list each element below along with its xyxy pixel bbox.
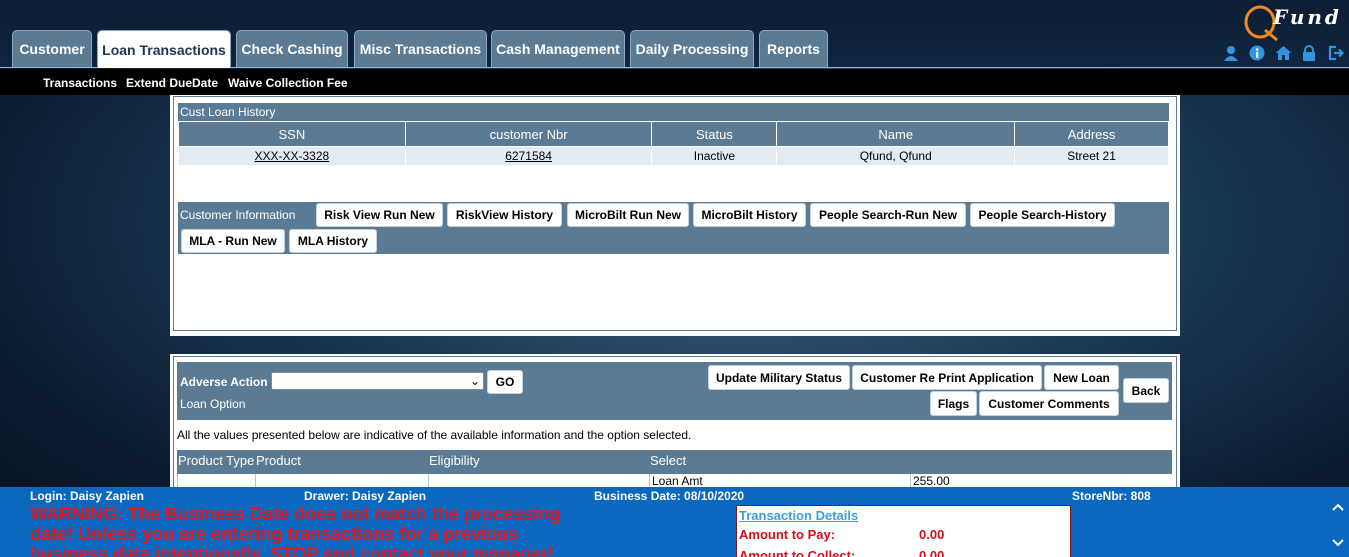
eligibility-cell (428, 474, 649, 488)
customer-comments-button[interactable]: Customer Comments (979, 391, 1119, 416)
subnav-waive-collection-fee[interactable]: Waive Collection Fee (228, 76, 348, 90)
store-number: StoreNbr: 808 (1072, 489, 1151, 503)
product-type-cell (177, 474, 255, 488)
business-date-warning: WARNING: The Business Date does not matc… (30, 504, 561, 557)
logo-text: Fund (1273, 5, 1342, 29)
chevron-down-icon: ⌄ (469, 374, 480, 388)
customer-reprint-application-button[interactable]: Customer Re Print Application (852, 365, 1042, 390)
column-header: customer Nbr (404, 121, 653, 147)
people-search-run-new-button[interactable]: People Search-Run New (810, 203, 966, 227)
business-date: Business Date: 08/10/2020 (594, 489, 745, 503)
address-cell: Street 21 (1014, 146, 1169, 166)
product-cell (255, 474, 428, 488)
customer-nbr-cell[interactable]: 6271584 (404, 146, 653, 166)
loan-option-label: Loan Option (180, 397, 246, 411)
mla-history-button[interactable]: MLA History (289, 229, 377, 253)
riskview-history-button[interactable]: RiskView History (447, 203, 562, 227)
login-info: Login: Daisy Zapien (30, 489, 145, 503)
adverse-action-select[interactable]: ⌄ (271, 372, 484, 390)
column-header: Status (651, 121, 778, 147)
home-icon[interactable] (1274, 44, 1292, 62)
sub-navigation-bar: Transactions Extend DueDate Waive Collec… (0, 69, 1349, 95)
adverse-action-bar: Adverse Action ⌄ GO Loan Option Update M… (177, 362, 1172, 420)
amount-to-collect-label: Amount to Collect: (739, 548, 856, 557)
status-cell: Inactive (651, 146, 778, 166)
flags-button[interactable]: Flags (930, 391, 977, 416)
lock-icon[interactable] (1300, 44, 1318, 62)
product-row: Loan Amt 255.00 (177, 474, 1172, 488)
column-header: Product Type (178, 453, 255, 468)
amount-to-collect-value: 0.00 (919, 548, 945, 557)
user-icon[interactable] (1222, 44, 1240, 62)
customer-information-label: Customer Information (180, 208, 296, 222)
update-military-status-button[interactable]: Update Military Status (708, 365, 850, 390)
amount-to-pay-label: Amount to Pay: (739, 527, 836, 542)
tab-check-cashing[interactable]: Check Cashing (236, 30, 348, 67)
ssn-cell[interactable]: XXX-XX-3328 (178, 146, 406, 166)
info-icon[interactable] (1248, 44, 1266, 62)
tab-loan-transactions[interactable]: Loan Transactions (97, 30, 231, 68)
transaction-details-link[interactable]: Transaction Details (739, 508, 858, 523)
microbilt-run-new-button[interactable]: MicroBilt Run New (567, 203, 689, 227)
subnav-extend-duedate[interactable]: Extend DueDate (126, 76, 218, 90)
customer-nbr-link[interactable]: 6271584 (505, 149, 552, 163)
loan-amt-label: Loan Amt (649, 474, 910, 488)
product-table-header: Product Type Product Eligibility Select (177, 450, 1172, 474)
toolbar-icons (1222, 44, 1344, 62)
new-loan-button[interactable]: New Loan (1044, 365, 1119, 390)
transaction-details-box: Transaction Details Amount to Pay: 0.00 … (736, 505, 1071, 557)
subnav-transactions[interactable]: Transactions (43, 76, 117, 90)
tab-customer[interactable]: Customer (12, 30, 92, 67)
back-button[interactable]: Back (1123, 378, 1169, 403)
history-title: Cust Loan History (178, 103, 1169, 121)
column-header: Select (650, 453, 687, 468)
top-navigation-bar: Customer Loan Transactions Check Cashing… (0, 0, 1349, 68)
history-table: SSN customer Nbr Status Name Address XXX… (178, 121, 1169, 166)
column-header: SSN (178, 121, 406, 147)
customer-information-bar: Customer Information Risk View Run New R… (178, 202, 1169, 254)
loan-amt-value: 255.00 (910, 474, 1172, 488)
scroll-down-icon[interactable] (1332, 535, 1344, 551)
status-footer: Login: Daisy Zapien Drawer: Daisy Zapien… (0, 487, 1349, 557)
microbilt-history-button[interactable]: MicroBilt History (693, 203, 806, 227)
table-row: XXX-XX-3328 6271584 Inactive Qfund, Qfun… (178, 146, 1169, 166)
tab-daily-processing[interactable]: Daily Processing (630, 30, 754, 67)
adverse-action-label: Adverse Action (180, 375, 268, 389)
drawer-info: Drawer: Daisy Zapien (304, 489, 427, 503)
mla-run-new-button[interactable]: MLA - Run New (181, 229, 285, 253)
tab-reports[interactable]: Reports (759, 30, 828, 67)
scroll-up-icon[interactable] (1332, 499, 1344, 515)
amount-to-pay-value: 0.00 (919, 527, 945, 542)
column-header: Address (1014, 121, 1169, 147)
info-text: All the values presented below are indic… (177, 428, 692, 442)
people-search-history-button[interactable]: People Search-History (970, 203, 1115, 227)
tab-cash-management[interactable]: Cash Management (491, 30, 625, 67)
column-header: Name (776, 121, 1016, 147)
go-button[interactable]: GO (487, 370, 523, 394)
logout-icon[interactable] (1326, 44, 1344, 62)
tab-misc-transactions[interactable]: Misc Transactions (354, 30, 487, 67)
risk-view-run-new-button[interactable]: Risk View Run New (316, 203, 443, 227)
column-header: Eligibility (429, 453, 480, 468)
qfund-logo: Fund (1243, 2, 1347, 42)
column-header: Product (256, 453, 301, 468)
name-cell: Qfund, Qfund (776, 146, 1016, 166)
ssn-link[interactable]: XXX-XX-3328 (255, 149, 330, 163)
